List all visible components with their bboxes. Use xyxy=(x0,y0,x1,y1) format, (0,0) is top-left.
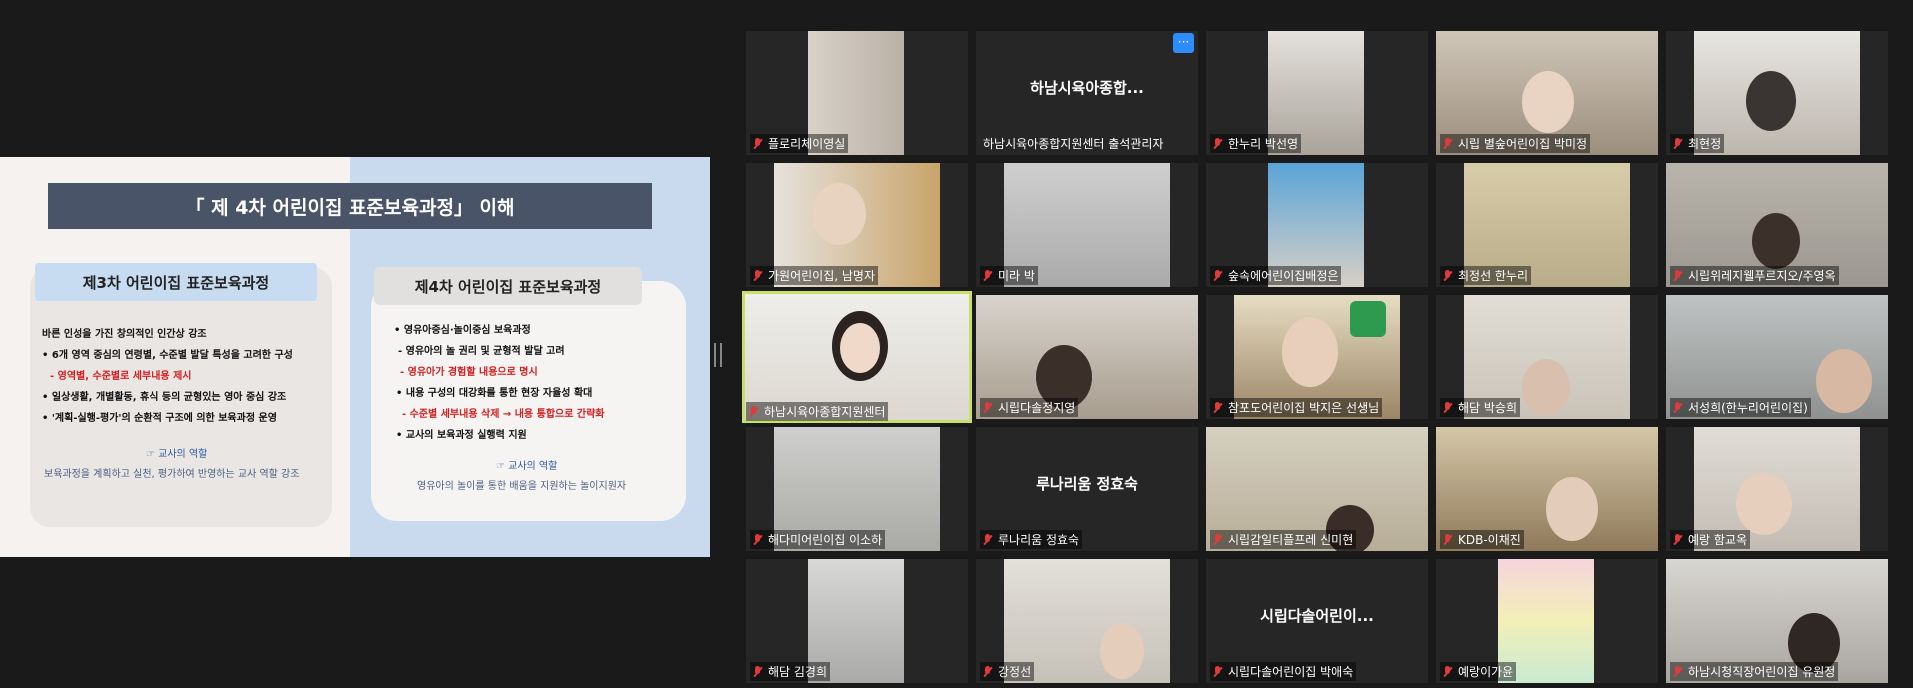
participant-tile[interactable]: 서성희(한누리어린이집) xyxy=(1666,295,1888,419)
participant-tile[interactable]: 예랑 함교옥 xyxy=(1666,427,1888,551)
participant-name: KDB-이채진 xyxy=(1458,533,1521,547)
right-line: - 영유아의 놀 권리 및 균형적 발달 고려 xyxy=(398,346,565,357)
participant-name: 하남시육아종합지원센터 xyxy=(764,405,886,419)
participant-name: 최정선 한누리 xyxy=(1458,269,1529,283)
participant-name: 시립 별숲어린이집 박미정 xyxy=(1458,137,1588,151)
participant-tile[interactable]: 가원어린이집, 남명자 xyxy=(746,163,968,287)
participant-name: 참포도어린이집 박지은 선생님 xyxy=(1228,401,1380,415)
participant-tile[interactable]: 예랑이가윤 xyxy=(1436,559,1658,683)
mic-muted-icon xyxy=(753,534,762,545)
mic-muted-icon xyxy=(1443,534,1452,545)
participant-tile[interactable]: 시립감일티플프레 신미현 xyxy=(1206,427,1428,551)
mic-muted-icon xyxy=(1673,534,1682,545)
participant-tile[interactable]: 시립다솔정지영 xyxy=(976,295,1198,419)
participant-name: 하남시청직장어린이집 유원정 xyxy=(1688,665,1836,679)
participant-name: 해다미어린이집 이소하 xyxy=(768,533,883,547)
right-line: - 수준별 세부내용 삭제 → 내용 통합으로 간략화 xyxy=(402,409,605,420)
participant-name: 예랑 함교옥 xyxy=(1688,533,1748,547)
mic-muted-icon xyxy=(1213,534,1222,545)
left-role-text: 보육과정을 계획하고 실천, 평가하여 반영하는 교사 역할 강조 xyxy=(44,469,300,480)
mic-muted-icon xyxy=(753,666,762,677)
participant-tile[interactable]: 시립위레지웰푸르지오/주영옥 xyxy=(1666,163,1888,287)
participant-name: 루나리움 정효숙 xyxy=(998,533,1080,547)
shared-slide: 「 제 4차 어린이집 표준보육과정」 이해 제3차 어린이집 표준보육과정 바… xyxy=(0,157,710,557)
participant-name: 시립다솔정지영 xyxy=(998,401,1076,415)
participant-tile[interactable]: KDB-이채진 xyxy=(1436,427,1658,551)
mic-muted-icon xyxy=(1213,402,1222,413)
mic-muted-icon xyxy=(753,270,762,281)
participant-name: 한누리 박선영 xyxy=(1228,137,1299,151)
participant-tile-active-speaker[interactable]: 하남시육아종합지원센터 xyxy=(742,291,972,423)
mic-muted-icon xyxy=(1443,138,1452,149)
participant-name: 시립다솔어린이집 박애숙 xyxy=(1228,665,1354,679)
right-role-text: 영유아의 놀이를 통한 배움을 지원하는 놀이지원자 xyxy=(417,481,627,492)
participant-tile[interactable]: 최현정 xyxy=(1666,31,1888,155)
right-line: • 교사의 보육과정 실행력 지원 xyxy=(396,430,527,441)
participant-display-name: 루나리움 정효숙 xyxy=(1036,475,1138,493)
participant-tile[interactable]: 해담 박승희 xyxy=(1436,295,1658,419)
mic-muted-icon xyxy=(749,406,758,417)
mic-muted-icon xyxy=(1673,270,1682,281)
left-line: • 일상생활, 개별활동, 휴식 등의 균형있는 영아 중심 강조 xyxy=(42,392,287,403)
participant-name: 해담 박승희 xyxy=(1458,401,1518,415)
participant-tile[interactable]: 참포도어린이집 박지은 선생님 xyxy=(1206,295,1428,419)
mic-muted-icon xyxy=(1443,270,1452,281)
participant-name: 가원어린이집, 남명자 xyxy=(768,269,875,283)
left-line: - 영역별, 수준별로 세부내용 제시 xyxy=(50,371,192,382)
mic-muted-icon xyxy=(983,270,992,281)
mic-muted-icon xyxy=(983,666,992,677)
participant-display-name: 하남시육아종합... xyxy=(1030,79,1144,97)
mic-muted-icon xyxy=(1673,138,1682,149)
participant-name: 강정선 xyxy=(998,665,1032,679)
split-view-divider[interactable] xyxy=(714,343,722,367)
participant-tile[interactable]: 하남시육아종합... 하남시육아종합지원센터 출석관리자 xyxy=(976,31,1198,155)
left-panel-header: 제3차 어린이집 표준보육과정 xyxy=(35,263,317,301)
more-options-button[interactable]: ··· xyxy=(1173,33,1194,53)
left-line: • '계획-실행-평가'의 순환적 구조에 의한 보육과정 운영 xyxy=(42,413,277,424)
participant-tile[interactable]: 하남시청직장어린이집 유원정 xyxy=(1666,559,1888,683)
participant-tile[interactable]: 루나리움 정효숙 루나리움 정효숙 xyxy=(976,427,1198,551)
mic-muted-icon xyxy=(983,402,992,413)
right-line: - 영유아가 경험할 내용으로 명시 xyxy=(400,367,538,378)
participant-tile[interactable]: 해담 김경희 xyxy=(746,559,968,683)
participant-tile[interactable]: 시립다솔어린이... 시립다솔어린이집 박애숙 xyxy=(1206,559,1428,683)
participant-tile[interactable]: 미라 박 xyxy=(976,163,1198,287)
left-line: • 6개 영역 중심의 연령별, 수준별 발달 특성을 고려한 구성 xyxy=(42,350,293,361)
mic-muted-icon xyxy=(1673,402,1682,413)
left-line: 바른 인성을 가진 창의적인 인간상 강조 xyxy=(42,329,207,340)
participant-name: 예랑이가윤 xyxy=(1458,665,1514,679)
mic-muted-icon xyxy=(1213,138,1222,149)
participant-name: 하남시육아종합지원센터 출석관리자 xyxy=(983,137,1164,151)
participant-tile[interactable]: 최정선 한누리 xyxy=(1436,163,1658,287)
participant-name: 서성희(한누리어린이집) xyxy=(1688,401,1808,415)
participant-name: 시립위레지웰푸르지오/주영옥 xyxy=(1688,269,1836,283)
participant-name: 플로리체이영실 xyxy=(768,137,846,151)
right-panel-header: 제4차 어린이집 표준보육과정 xyxy=(374,267,642,305)
mic-muted-icon xyxy=(753,138,762,149)
participant-name: 해담 김경희 xyxy=(768,665,828,679)
mic-muted-icon xyxy=(1673,666,1682,677)
participant-name: 숲속에어린이집배정은 xyxy=(1228,269,1339,283)
slide-title: 「 제 4차 어린이집 표준보육과정」 이해 xyxy=(48,183,652,229)
participant-tile[interactable]: 시립 별숲어린이집 박미정 xyxy=(1436,31,1658,155)
right-role-title: ☞ 교사의 역할 xyxy=(496,461,558,472)
mic-muted-icon xyxy=(983,534,992,545)
mic-muted-icon xyxy=(1213,270,1222,281)
participant-display-name: 시립다솔어린이... xyxy=(1260,607,1374,625)
right-line: • 영유아중심·놀이중심 보육과정 xyxy=(394,325,531,336)
left-role-title: ☞ 교사의 역할 xyxy=(146,449,208,460)
mic-muted-icon xyxy=(1213,666,1222,677)
participant-tile[interactable]: 플로리체이영실 xyxy=(746,31,968,155)
participant-name: 미라 박 xyxy=(998,269,1035,283)
participant-tile[interactable]: 강정선 xyxy=(976,559,1198,683)
mic-muted-icon xyxy=(1443,666,1452,677)
participant-name: 시립감일티플프레 신미현 xyxy=(1228,533,1354,547)
mic-muted-icon xyxy=(1443,402,1452,413)
participant-tile[interactable]: 숲속에어린이집배정은 xyxy=(1206,163,1428,287)
participant-tile[interactable]: 한누리 박선영 xyxy=(1206,31,1428,155)
participant-name: 최현정 xyxy=(1688,137,1722,151)
participant-tile[interactable]: 해다미어린이집 이소하 xyxy=(746,427,968,551)
right-line: • 내용 구성의 대강화를 통한 현장 자율성 확대 xyxy=(396,388,593,399)
